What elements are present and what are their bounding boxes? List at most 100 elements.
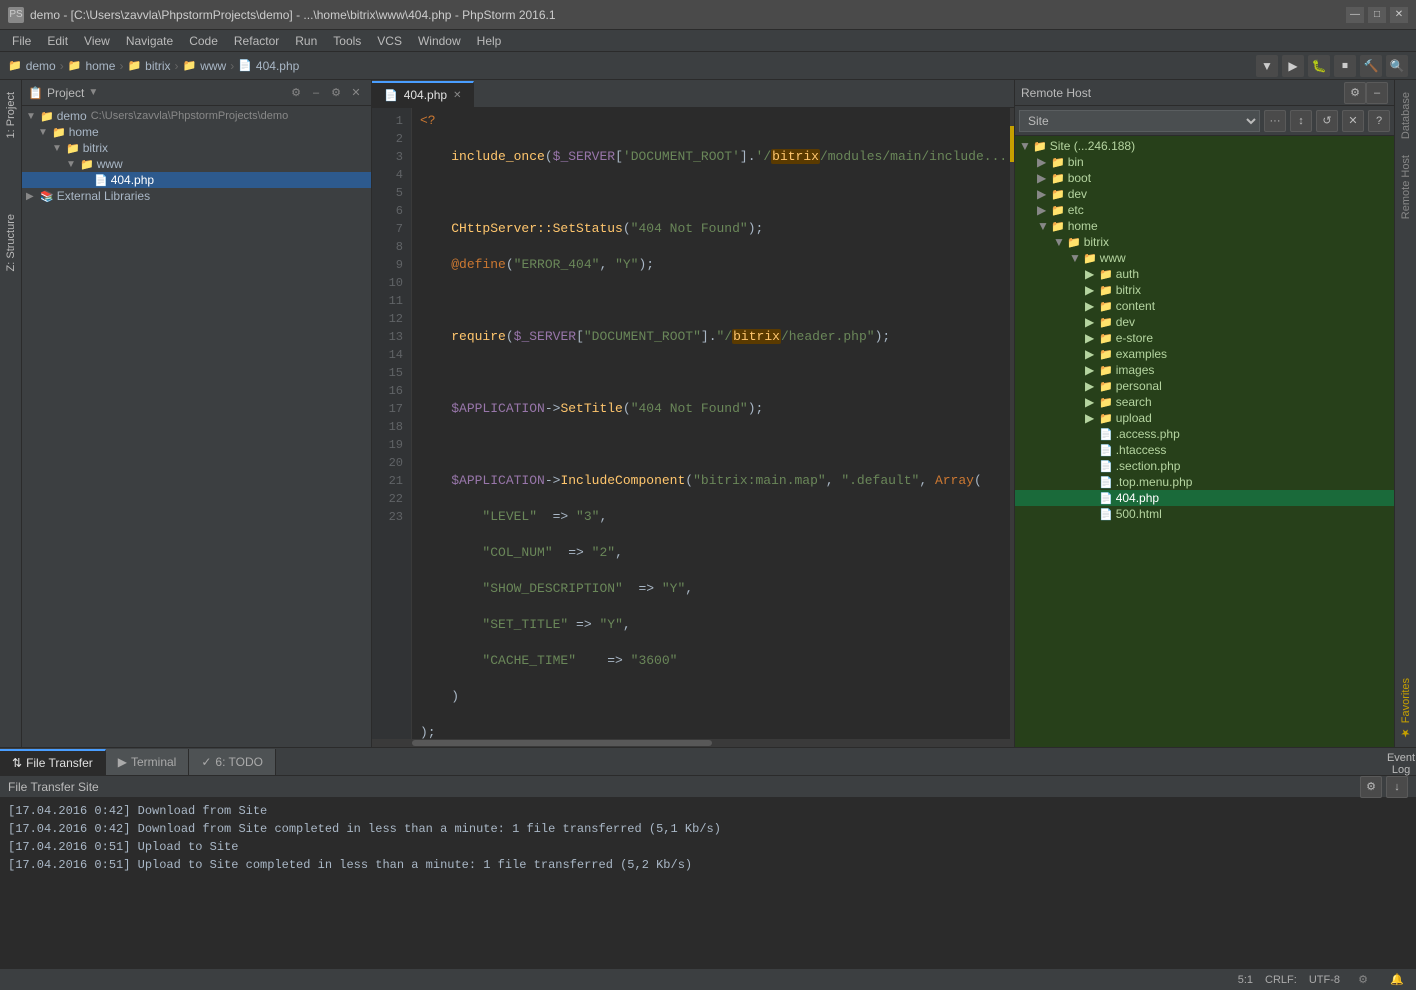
settings-icon-btn[interactable]: ⚙	[1352, 969, 1374, 990]
remote-item-topmenu[interactable]: 📄 .top.menu.php	[1015, 474, 1394, 490]
code-content[interactable]: <? include_once($_SERVER['DOCUMENT_ROOT'…	[412, 108, 1010, 739]
bottom-tab-todo[interactable]: ✓ 6: TODO	[189, 749, 276, 775]
remote-item-estore[interactable]: ▶ 📁 e-store	[1015, 330, 1394, 346]
remote-item-etc[interactable]: ▶ 📁 etc	[1015, 202, 1394, 218]
search-btn[interactable]: 🔍	[1386, 55, 1408, 77]
menu-vcs[interactable]: VCS	[369, 32, 410, 50]
close-panel-btn[interactable]: ✕	[347, 84, 365, 102]
site-selector[interactable]: Site	[1019, 110, 1260, 132]
maximize-button[interactable]: □	[1368, 7, 1386, 23]
editor-tab-404[interactable]: 📄 404.php ✕	[372, 81, 474, 107]
remote-item-dev2[interactable]: ▶ 📁 dev	[1015, 314, 1394, 330]
remote-access-label: .access.php	[1116, 427, 1180, 441]
line-num-1: 1	[372, 112, 403, 130]
code-editor[interactable]: 1 2 3 4 5 6 7 8 9 10 11 12 13 14	[372, 108, 1014, 739]
ft-download-btn[interactable]: ↓	[1386, 776, 1408, 798]
menu-code[interactable]: Code	[181, 32, 226, 50]
remote-item-htaccess[interactable]: 📄 .htaccess	[1015, 442, 1394, 458]
tree-file-icon-404: 📄	[94, 174, 108, 187]
remote-folder-content-icon: 📁	[1099, 300, 1113, 313]
breadcrumb-sep-2: ›	[119, 59, 123, 73]
build-btn[interactable]: 🔨	[1360, 55, 1382, 77]
remote-item-upload[interactable]: ▶ 📁 upload	[1015, 410, 1394, 426]
close-button[interactable]: ✕	[1390, 7, 1408, 23]
debug-btn[interactable]: 🐛	[1308, 55, 1330, 77]
menu-navigate[interactable]: Navigate	[118, 32, 181, 50]
remote-item-boot[interactable]: ▶ 📁 boot	[1015, 170, 1394, 186]
remote-settings-btn[interactable]: ⚙	[1344, 82, 1366, 104]
settings-btn[interactable]: ⚙	[327, 84, 345, 102]
sync-btn[interactable]: ⚙	[287, 84, 305, 102]
remote-item-auth[interactable]: ▶ 📁 auth	[1015, 266, 1394, 282]
event-log-link[interactable]: Event Log	[1390, 753, 1412, 775]
tree-item-www[interactable]: ▼ 📁 www	[22, 156, 371, 172]
remote-item-personal[interactable]: ▶ 📁 personal	[1015, 378, 1394, 394]
remote-item-bitrix[interactable]: ▼ 📁 bitrix	[1015, 234, 1394, 250]
breadcrumb-home[interactable]: 📁 home	[68, 59, 116, 73]
remote-item-500[interactable]: 📄 500.html	[1015, 506, 1394, 522]
menu-window[interactable]: Window	[410, 32, 469, 50]
remote-sync-btn[interactable]: ↕	[1290, 110, 1312, 132]
notification-btn[interactable]: 🔔	[1386, 969, 1408, 990]
breadcrumb-sep-3: ›	[175, 59, 179, 73]
tree-item-home[interactable]: ▼ 📁 home	[22, 124, 371, 140]
remote-refresh-btn[interactable]: ↺	[1316, 110, 1338, 132]
remote-item-examples[interactable]: ▶ 📁 examples	[1015, 346, 1394, 362]
remote-item-site[interactable]: ▼ 📁 Site (...246.188)	[1015, 138, 1394, 154]
sidebar-tab-remote[interactable]: Remote Host	[1396, 147, 1416, 227]
remote-close-btn[interactable]: ✕	[1342, 110, 1364, 132]
remote-search-btn[interactable]: ?	[1368, 110, 1390, 132]
stop-btn[interactable]: ⏹	[1334, 55, 1356, 77]
remote-item-content[interactable]: ▶ 📁 content	[1015, 298, 1394, 314]
tree-item-bitrix[interactable]: ▼ 📁 bitrix	[22, 140, 371, 156]
expand-icon-personal: ▶	[1085, 379, 1099, 393]
minimize-button[interactable]: —	[1346, 7, 1364, 23]
code-line-6	[420, 292, 1002, 310]
remote-collapse-btn[interactable]: –	[1366, 82, 1388, 104]
remote-item-search[interactable]: ▶ 📁 search	[1015, 394, 1394, 410]
project-dropdown-icon[interactable]: ▼	[88, 87, 98, 98]
remote-menu-btn[interactable]: ···	[1264, 110, 1286, 132]
sidebar-tab-favorites[interactable]: ★ Favorites	[1395, 670, 1416, 747]
menu-refactor[interactable]: Refactor	[226, 32, 287, 50]
remote-item-images[interactable]: ▶ 📁 images	[1015, 362, 1394, 378]
remote-item-section[interactable]: 📄 .section.php	[1015, 458, 1394, 474]
bottom-tab-terminal[interactable]: ▶ Terminal	[106, 749, 190, 775]
sidebar-tab-structure[interactable]: Z: Structure	[3, 206, 19, 279]
breadcrumb-www[interactable]: 📁 www	[183, 59, 227, 73]
tab-file-icon: 📄	[384, 89, 398, 102]
collapse-btn[interactable]: –	[307, 84, 325, 102]
horizontal-scrollbar[interactable]	[372, 739, 1014, 747]
remote-item-access[interactable]: 📄 .access.php	[1015, 426, 1394, 442]
breadcrumb-file[interactable]: 📄 404.php	[238, 59, 299, 73]
menu-view[interactable]: View	[76, 32, 118, 50]
sidebar-tab-database[interactable]: Database	[1396, 84, 1416, 147]
ft-settings-btn[interactable]: ⚙	[1360, 776, 1382, 798]
breadcrumb-bitrix[interactable]: 📁 bitrix	[127, 59, 170, 73]
remote-item-bin[interactable]: ▶ 📁 bin	[1015, 154, 1394, 170]
h-scroll-thumb[interactable]	[412, 740, 712, 746]
code-line-16: "CACHE_TIME" => "3600"	[420, 652, 1002, 670]
remote-item-404[interactable]: 📄 404.php	[1015, 490, 1394, 506]
expand-icon-estore: ▶	[1085, 331, 1099, 345]
remote-item-home[interactable]: ▼ 📁 home	[1015, 218, 1394, 234]
tree-item-demo[interactable]: ▼ 📁 demo C:\Users\zavvla\PhpstormProject…	[22, 108, 371, 124]
tree-item-404php[interactable]: 📄 404.php	[22, 172, 371, 188]
remote-item-dev[interactable]: ▶ 📁 dev	[1015, 186, 1394, 202]
breadcrumb-demo[interactable]: 📁 demo	[8, 59, 56, 73]
menu-tools[interactable]: Tools	[325, 32, 369, 50]
remote-500-label: 500.html	[1116, 507, 1162, 521]
tree-item-external[interactable]: ▶ 📚 External Libraries	[22, 188, 371, 204]
run-btn[interactable]: ▶	[1282, 55, 1304, 77]
remote-item-www[interactable]: ▼ 📁 www	[1015, 250, 1394, 266]
line-num-10: 10	[372, 274, 403, 292]
sidebar-tab-project[interactable]: 1: Project	[3, 84, 19, 146]
menu-run[interactable]: Run	[287, 32, 325, 50]
menu-file[interactable]: File	[4, 32, 39, 50]
menu-help[interactable]: Help	[469, 32, 510, 50]
remote-item-bitrix2[interactable]: ▶ 📁 bitrix	[1015, 282, 1394, 298]
bottom-tab-filetransfer[interactable]: ⇅ File Transfer	[0, 749, 106, 775]
dropdown-btn[interactable]: ▼	[1256, 55, 1278, 77]
tab-close-btn[interactable]: ✕	[453, 90, 461, 101]
menu-edit[interactable]: Edit	[39, 32, 76, 50]
